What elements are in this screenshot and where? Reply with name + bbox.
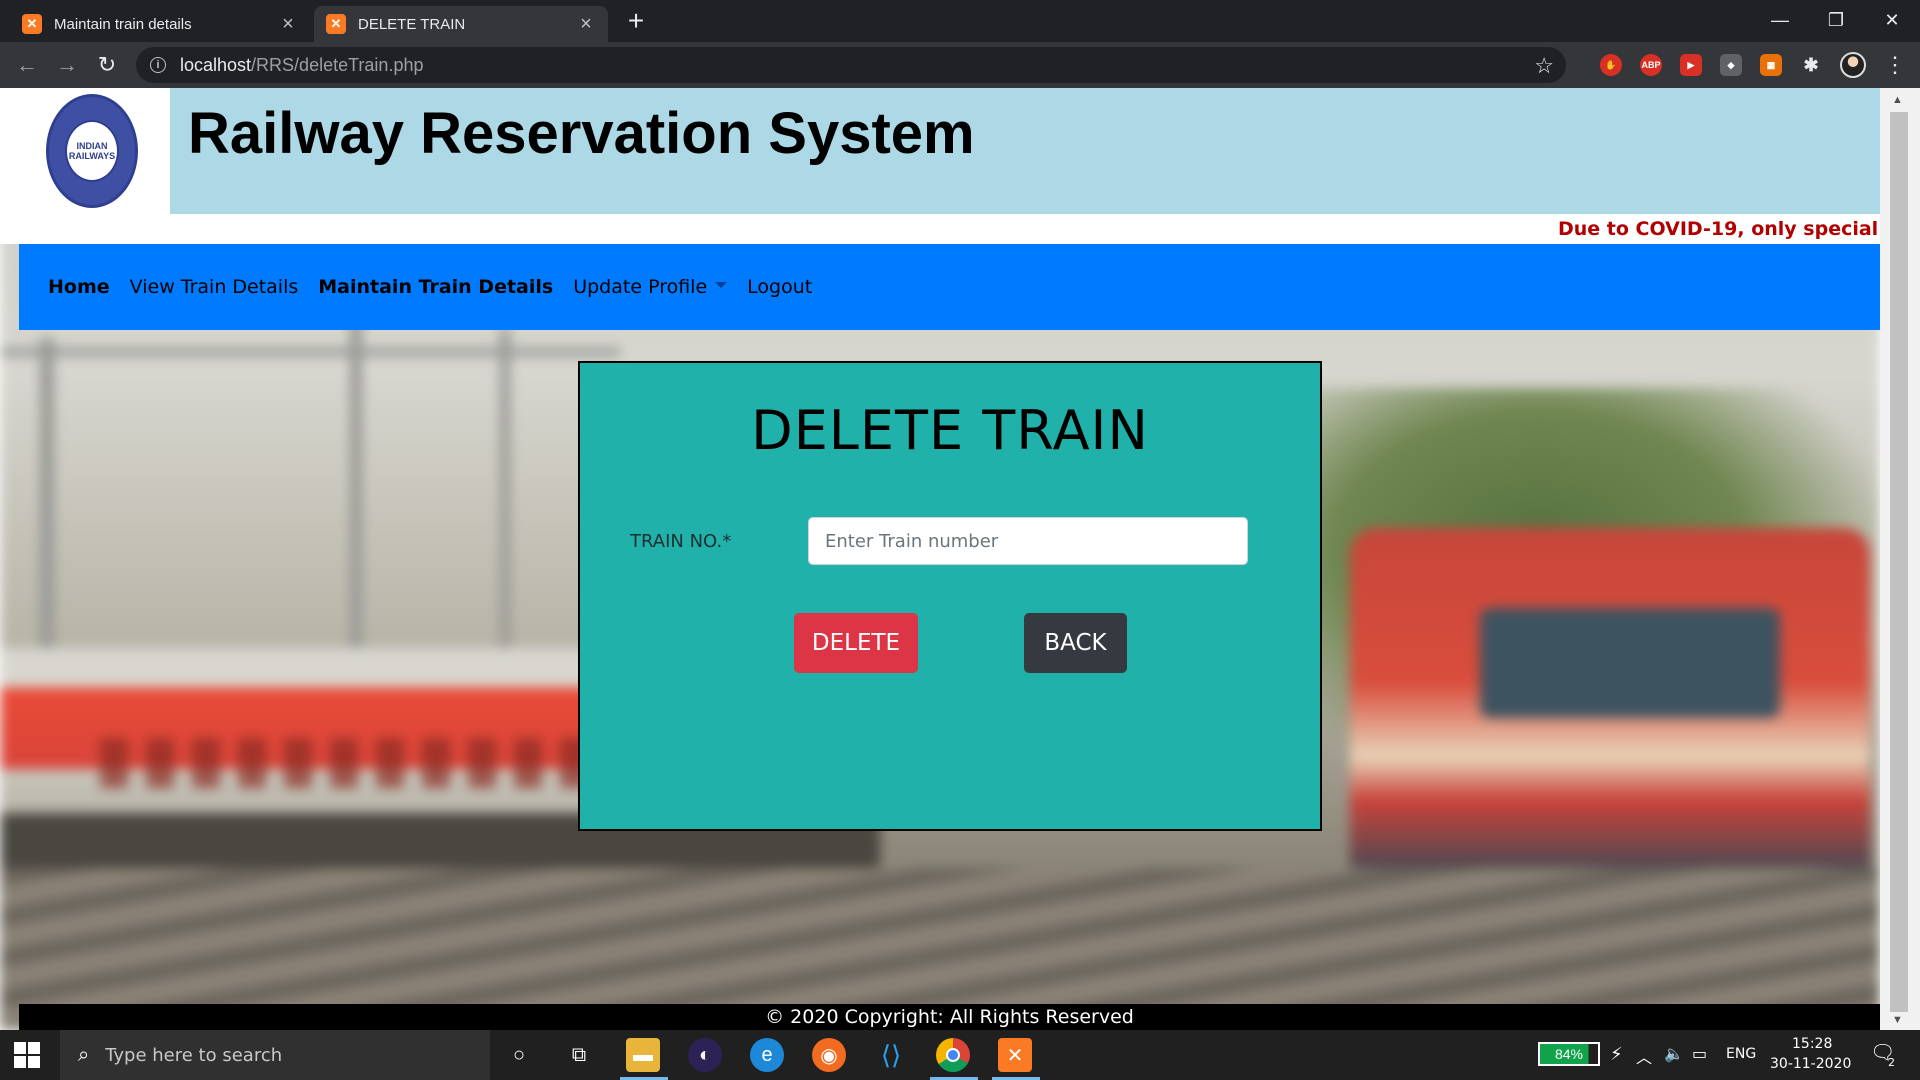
caret-down-icon xyxy=(715,281,728,288)
taskbar-search-placeholder: Type here to search xyxy=(105,1044,283,1066)
indian-railways-logo: INDIAN RAILWAYS xyxy=(46,94,138,208)
browser-toolbar: ← → ↻ i localhost/RRS/deleteTrain.php ☆ … xyxy=(0,42,1920,88)
scroll-down-icon[interactable]: ▼ xyxy=(1892,1014,1903,1026)
train-number-input[interactable] xyxy=(808,517,1248,565)
page-footer: © 2020 Copyright: All Rights Reserved xyxy=(19,1004,1880,1030)
scroll-thumb[interactable] xyxy=(1890,112,1908,1012)
new-tab-button[interactable]: + xyxy=(620,6,652,38)
page-scrollbar[interactable]: ▲ ▼ xyxy=(1880,88,1920,1030)
eraser-extension-icon[interactable]: ◆ xyxy=(1720,54,1742,76)
clock-time[interactable]: 15:28 xyxy=(1792,1036,1832,1052)
back-button[interactable]: BACK xyxy=(1024,613,1127,673)
chrome-icon[interactable] xyxy=(936,1038,970,1072)
delete-train-panel: DELETE TRAIN TRAIN NO.* DELETE BACK xyxy=(578,361,1322,831)
logo-text: INDIAN RAILWAYS xyxy=(65,120,119,182)
battery-percent: 84% xyxy=(1554,1046,1584,1062)
notification-count: 2 xyxy=(1888,1056,1895,1069)
language-indicator[interactable]: ENG xyxy=(1726,1046,1756,1062)
file-explorer-icon[interactable]: ▬ xyxy=(626,1038,660,1072)
vscode-icon[interactable]: ⟨⟩ xyxy=(874,1038,908,1072)
xampp-icon: ✕ xyxy=(22,14,42,34)
announcement-strip: Due to COVID-19, only special trai xyxy=(0,214,1880,244)
eclipse-icon[interactable]: ◐ xyxy=(688,1038,722,1072)
nav-maintain-train-details[interactable]: Maintain Train Details xyxy=(318,276,553,298)
battery-tray-icon[interactable]: ▭ xyxy=(1692,1044,1707,1063)
battery-indicator[interactable]: 84% xyxy=(1538,1042,1600,1066)
firefox-icon[interactable]: ◉ xyxy=(812,1038,846,1072)
windows-start-icon[interactable] xyxy=(14,1042,40,1068)
cortana-icon[interactable]: ○ xyxy=(502,1038,536,1072)
address-bar[interactable]: i localhost/RRS/deleteTrain.php ☆ xyxy=(136,47,1566,83)
xampp-icon: ✕ xyxy=(326,14,346,34)
media-extension-icon[interactable]: ▶ xyxy=(1680,54,1702,76)
close-tab-icon[interactable]: × xyxy=(576,13,596,36)
restore-icon[interactable]: ❐ xyxy=(1808,0,1864,40)
hand-extension-icon[interactable]: ✋ xyxy=(1600,54,1622,76)
url-host: localhost xyxy=(180,54,252,75)
back-arrow-icon[interactable]: ← xyxy=(12,50,42,80)
browser-menu-icon[interactable]: ⋮ xyxy=(1884,52,1906,78)
nav-update-profile-dropdown[interactable]: Update Profile xyxy=(573,276,728,298)
forward-arrow-icon[interactable]: → xyxy=(52,50,82,80)
clock-date[interactable]: 30-11-2020 xyxy=(1770,1056,1851,1072)
site-info-icon[interactable]: i xyxy=(150,57,166,73)
close-tab-icon[interactable]: × xyxy=(278,13,298,36)
panel-title: DELETE TRAIN xyxy=(751,399,1149,462)
power-plug-icon[interactable]: ⚡ xyxy=(1610,1044,1623,1065)
puzzle-extensions-icon[interactable]: ✱ xyxy=(1800,54,1822,76)
tab-title: Maintain train details xyxy=(54,15,192,33)
bookmark-star-icon[interactable]: ☆ xyxy=(1534,53,1554,79)
tab-delete-train[interactable]: ✕ DELETE TRAIN × xyxy=(314,6,608,42)
browser-tab-strip: ✕ Maintain train details × ✕ DELETE TRAI… xyxy=(0,0,1920,42)
taskbar-search-box[interactable]: ⌕ Type here to search xyxy=(60,1030,490,1080)
xampp-icon[interactable]: ✕ xyxy=(998,1038,1032,1072)
site-title: Railway Reservation System xyxy=(188,101,975,166)
tab-title: DELETE TRAIN xyxy=(358,15,466,33)
delete-button[interactable]: DELETE xyxy=(794,613,918,673)
adblock-label: ABP xyxy=(1641,60,1661,70)
nav-home[interactable]: Home xyxy=(48,276,110,298)
tab-maintain-train-details[interactable]: ✕ Maintain train details × xyxy=(10,6,310,42)
search-icon: ⌕ xyxy=(78,1043,90,1066)
volume-icon[interactable]: 🔈 xyxy=(1664,1044,1684,1063)
calendar-extension-icon[interactable]: ▦ xyxy=(1760,54,1782,76)
task-view-icon[interactable]: ⧉ xyxy=(562,1038,596,1072)
url-path: /RRS/deleteTrain.php xyxy=(251,54,424,75)
scroll-up-icon[interactable]: ▲ xyxy=(1892,94,1903,106)
edge-icon[interactable]: e xyxy=(750,1038,784,1072)
page-viewport: INDIAN RAILWAYS Railway Reservation Syst… xyxy=(0,88,1880,1030)
announcement-marquee: Due to COVID-19, only special trai xyxy=(1558,218,1880,240)
nav-logout[interactable]: Logout xyxy=(747,276,812,298)
minimize-icon[interactable]: — xyxy=(1752,0,1808,40)
close-window-icon[interactable]: ✕ xyxy=(1864,0,1920,40)
nav-update-profile-label: Update Profile xyxy=(573,276,708,298)
adblock-plus-icon[interactable]: ABP xyxy=(1640,54,1662,76)
logo-area: INDIAN RAILWAYS xyxy=(0,88,170,214)
profile-avatar[interactable] xyxy=(1840,52,1866,78)
nav-view-train-details[interactable]: View Train Details xyxy=(130,276,299,298)
reload-icon[interactable]: ↻ xyxy=(92,50,122,80)
windows-taskbar: ⌕ Type here to search ○ ⧉ ▬ ◐ e ◉ ⟨⟩ ✕ 8… xyxy=(0,1030,1920,1080)
show-hidden-icons-chevron-icon[interactable]: ︿ xyxy=(1636,1044,1652,1068)
train-no-label: TRAIN NO.* xyxy=(630,531,732,552)
header-banner: Railway Reservation System xyxy=(170,88,1880,214)
main-navbar: Home View Train Details Maintain Train D… xyxy=(19,244,1880,330)
